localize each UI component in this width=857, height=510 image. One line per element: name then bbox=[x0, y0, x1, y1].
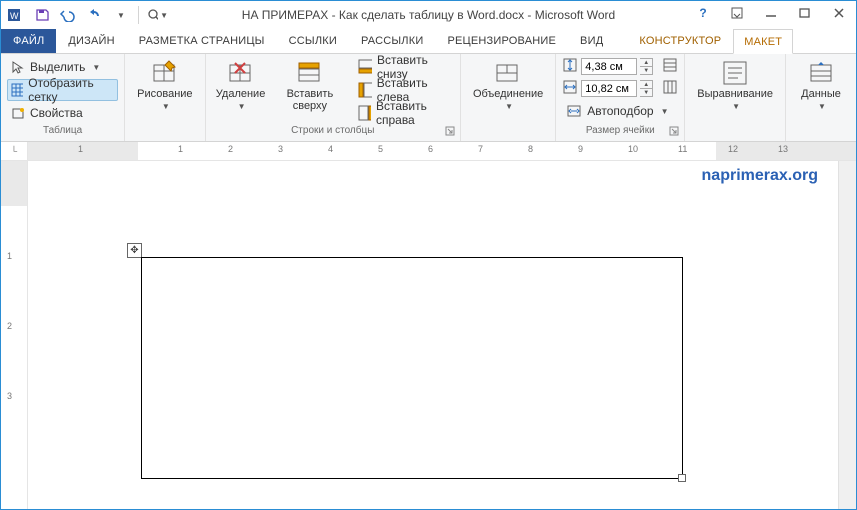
delete-button[interactable]: Удаление▼ bbox=[212, 56, 270, 115]
group-rows-columns-launcher-icon[interactable] bbox=[444, 126, 456, 138]
select-label: Выделить bbox=[30, 60, 85, 74]
horizontal-ruler[interactable]: 1 1 2 3 4 5 6 7 8 9 10 11 12 13 bbox=[28, 142, 856, 160]
merge-button[interactable]: Объединение▼ bbox=[467, 56, 549, 115]
insert-above-label: Вставить сверху bbox=[287, 88, 334, 112]
ruler-row: └ 1 1 2 3 4 5 6 7 8 9 10 11 12 13 bbox=[1, 142, 856, 161]
chevron-down-icon: ▼ bbox=[640, 67, 652, 74]
insert-right-label: Вставить справа bbox=[376, 99, 450, 127]
autofit-button[interactable]: Автоподбор ▼ bbox=[562, 100, 678, 122]
insert-below-button[interactable]: Вставить снизу bbox=[354, 56, 454, 78]
column-width-icon bbox=[562, 79, 578, 98]
tab-mailings[interactable]: РАССЫЛКИ bbox=[349, 29, 435, 53]
distribute-rows-icon[interactable] bbox=[662, 57, 678, 76]
table-resize-handle-icon[interactable] bbox=[678, 474, 686, 482]
ribbon-tabs: ФАЙЛ ДИЗАЙН РАЗМЕТКА СТРАНИЦЫ ССЫЛКИ РАС… bbox=[1, 29, 856, 54]
word-app-icon[interactable]: W bbox=[5, 4, 27, 26]
undo-icon[interactable] bbox=[57, 4, 79, 26]
minimize-icon[interactable] bbox=[754, 1, 788, 25]
svg-text:W: W bbox=[10, 11, 19, 21]
title-bar: W ▼ ▼ НА ПРИМЕРАX - Как сделать таблицу … bbox=[1, 1, 856, 29]
save-icon[interactable] bbox=[31, 4, 53, 26]
redo-icon[interactable] bbox=[83, 4, 105, 26]
tab-file[interactable]: ФАЙЛ bbox=[1, 29, 56, 53]
column-width-input[interactable] bbox=[581, 80, 637, 97]
ribbon-display-icon[interactable] bbox=[720, 1, 754, 25]
alignment-button[interactable]: Выравнивание▼ bbox=[691, 56, 779, 115]
table-cell[interactable] bbox=[141, 257, 683, 479]
merge-label: Объединение bbox=[473, 88, 543, 100]
chevron-up-icon: ▲ bbox=[640, 81, 652, 89]
chevron-up-icon: ▲ bbox=[640, 59, 652, 67]
column-width-spin[interactable]: ▲▼ bbox=[640, 80, 653, 97]
draw-label: Рисование bbox=[137, 88, 192, 100]
group-cell-size-label: Размер ячейки bbox=[586, 125, 655, 136]
maximize-icon[interactable] bbox=[788, 1, 822, 25]
group-draw: Рисование▼ bbox=[125, 54, 205, 141]
tab-view[interactable]: ВИД bbox=[568, 29, 615, 53]
word-window: W ▼ ▼ НА ПРИМЕРАX - Как сделать таблицу … bbox=[0, 0, 857, 510]
group-table: Выделить ▼ Отобразить сетку Свойства Таб… bbox=[1, 54, 125, 141]
tab-table-layout[interactable]: МАКЕТ bbox=[733, 29, 793, 54]
insert-left-button[interactable]: Вставить слева bbox=[354, 79, 454, 101]
watermark: naprimerax.org bbox=[702, 167, 818, 185]
chevron-down-icon: ▼ bbox=[640, 89, 652, 96]
quick-access-toolbar: W ▼ ▼ bbox=[1, 4, 168, 26]
vertical-scrollbar[interactable] bbox=[838, 161, 856, 509]
group-cell-size: ▲▼ ▲▼ Автоподбор ▼ bbox=[556, 54, 685, 141]
row-height-icon bbox=[562, 57, 578, 76]
row-height-spin[interactable]: ▲▼ bbox=[640, 58, 653, 75]
data-button[interactable]: Данные▼ bbox=[792, 56, 850, 115]
properties-button[interactable]: Свойства bbox=[7, 102, 118, 124]
tab-page-layout[interactable]: РАЗМЕТКА СТРАНИЦЫ bbox=[127, 29, 277, 53]
insert-above-button[interactable]: Вставить сверху bbox=[270, 56, 351, 114]
distribute-columns-icon[interactable] bbox=[662, 79, 678, 98]
autofit-label: Автоподбор bbox=[587, 104, 653, 118]
delete-label: Удаление bbox=[216, 88, 266, 100]
group-rows-columns: Удаление▼ Вставить сверху Вставить снизу… bbox=[206, 54, 461, 141]
tab-review[interactable]: РЕЦЕНЗИРОВАНИЕ bbox=[435, 29, 568, 53]
document-area: 1 2 3 naprimerax.org ✥ bbox=[1, 161, 856, 509]
vertical-ruler[interactable]: 1 2 3 bbox=[1, 161, 28, 509]
draw-button[interactable]: Рисование▼ bbox=[131, 56, 198, 115]
group-alignment: Выравнивание▼ bbox=[685, 54, 786, 141]
tab-table-design[interactable]: КОНСТРУКТОР bbox=[627, 29, 733, 53]
help-icon[interactable]: ? bbox=[686, 1, 720, 25]
tab-references[interactable]: ССЫЛКИ bbox=[277, 29, 349, 53]
row-height-input[interactable] bbox=[581, 58, 637, 75]
tab-design[interactable]: ДИЗАЙН bbox=[56, 29, 126, 53]
close-icon[interactable] bbox=[822, 1, 856, 25]
ribbon: Выделить ▼ Отобразить сетку Свойства Таб… bbox=[1, 54, 856, 142]
group-cell-size-launcher-icon[interactable] bbox=[668, 126, 680, 138]
data-label: Данные bbox=[801, 88, 841, 100]
group-data: Данные▼ bbox=[786, 54, 856, 141]
group-rows-columns-label: Строки и столбцы bbox=[291, 125, 374, 136]
properties-label: Свойства bbox=[30, 106, 83, 120]
group-table-label: Таблица bbox=[43, 125, 82, 136]
select-button[interactable]: Выделить ▼ bbox=[7, 56, 118, 78]
document-page[interactable]: naprimerax.org ✥ bbox=[28, 161, 856, 509]
touch-mode-icon[interactable]: ▼ bbox=[146, 4, 168, 26]
qat-dropdown-icon[interactable]: ▼ bbox=[109, 4, 131, 26]
ruler-corner: └ bbox=[1, 142, 28, 160]
group-merge: Объединение▼ bbox=[461, 54, 556, 141]
window-controls: ? bbox=[686, 1, 856, 25]
view-gridlines-button[interactable]: Отобразить сетку bbox=[7, 79, 118, 101]
table-move-handle-icon[interactable]: ✥ bbox=[127, 243, 142, 258]
view-gridlines-label: Отобразить сетку bbox=[28, 76, 114, 104]
alignment-label: Выравнивание bbox=[697, 88, 773, 100]
insert-right-button[interactable]: Вставить справа bbox=[354, 102, 454, 124]
